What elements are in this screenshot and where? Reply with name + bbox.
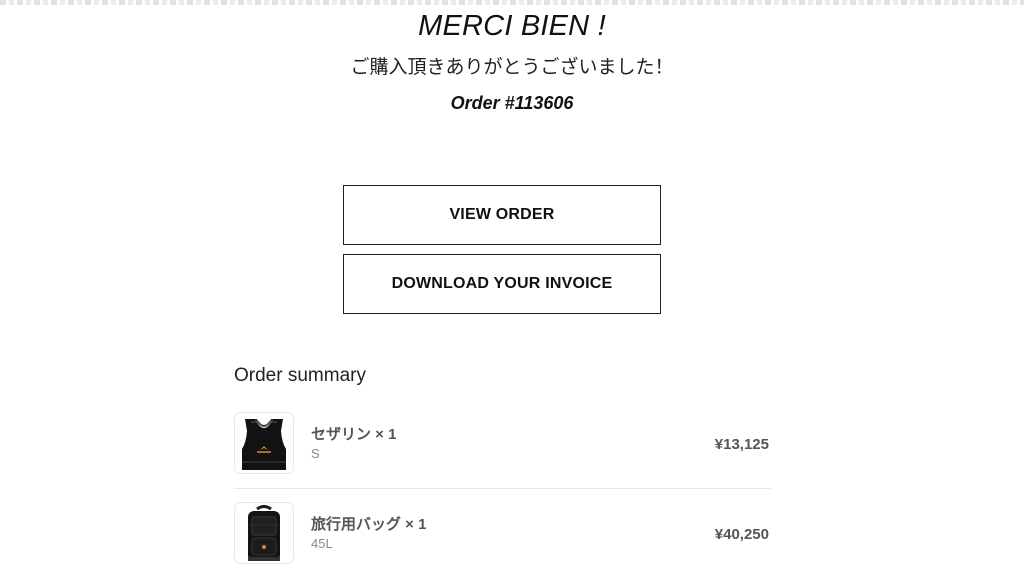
item-variant: S — [311, 446, 320, 461]
order-summary-title: Order summary — [234, 365, 366, 386]
top-decorative-strip — [0, 0, 1024, 5]
order-item: 旅行用バッグ × 1 45L ¥40,250 — [234, 502, 771, 576]
item-divider — [234, 488, 771, 489]
backpack-icon — [234, 502, 294, 564]
item-variant: 45L — [311, 536, 333, 551]
download-invoice-button[interactable]: DOWNLOAD YOUR INVOICE — [343, 254, 661, 314]
order-number: Order #113606 — [450, 93, 574, 113]
order-confirmation-page: MERCI BIEN ! ご購入頂きありがとうございました！ Order #11… — [0, 0, 1024, 576]
item-name: 旅行用バッグ × 1 — [311, 516, 427, 533]
order-item: セザリン × 1 S ¥13,125 — [234, 412, 771, 492]
sports-bra-icon — [234, 412, 294, 474]
view-order-button[interactable]: VIEW ORDER — [343, 185, 661, 245]
thank-you-subtitle: ご購入頂きありがとうございました！ — [350, 57, 674, 78]
thank-you-title: MERCI BIEN ! — [418, 10, 606, 42]
item-price: ¥40,250 — [714, 526, 769, 543]
item-name: セザリン × 1 — [311, 426, 397, 443]
item-price: ¥13,125 — [714, 436, 769, 453]
